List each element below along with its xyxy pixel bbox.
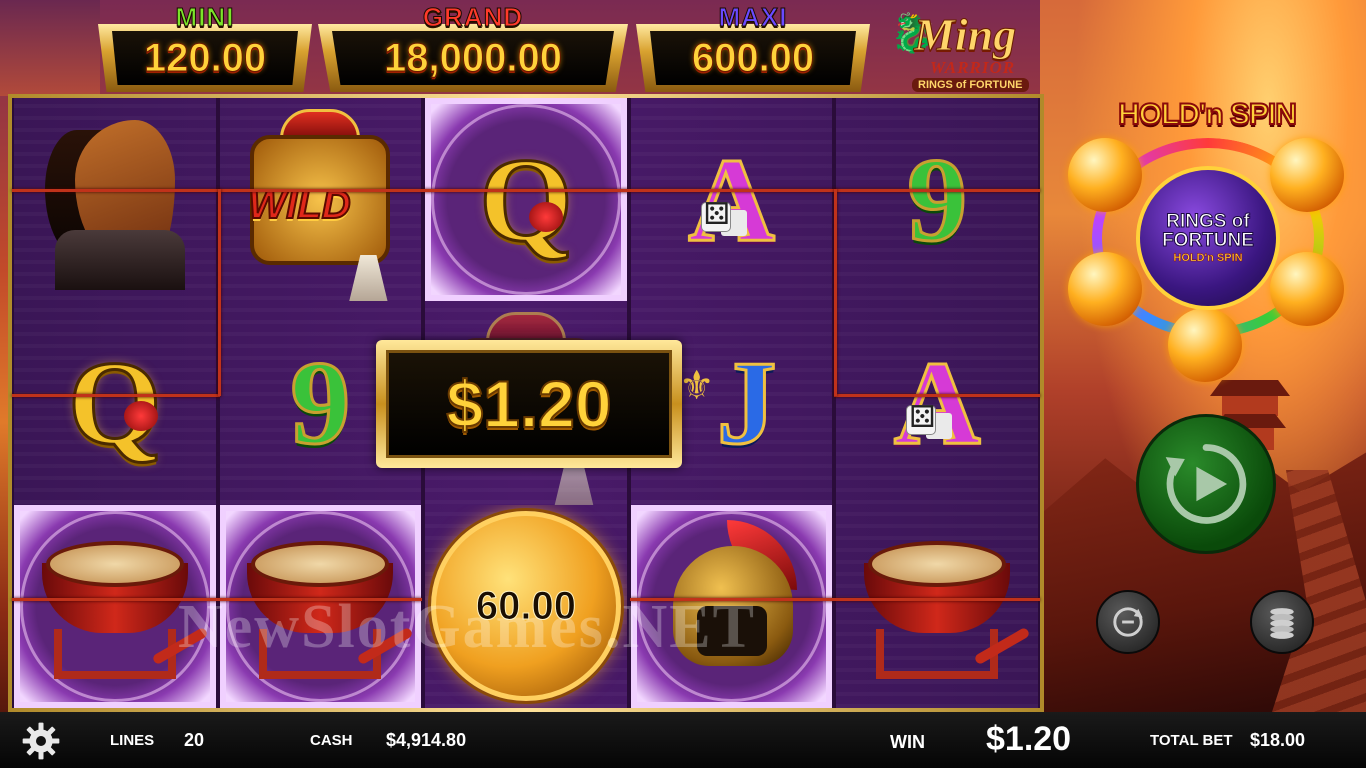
symbol-ace: A <box>834 301 1040 505</box>
watermark: NewSlotGames.NET <box>178 593 756 661</box>
orb-icon <box>1068 252 1142 326</box>
emblem-line2: FORTUNE <box>1162 230 1255 251</box>
payline <box>834 394 1040 397</box>
ace-icon: A <box>687 132 777 266</box>
logo-tagline: RINGS of FORTUNE <box>912 78 1029 92</box>
game-logo: 🐉 Ming WARRIOR RINGS of FORTUNE <box>884 4 1050 94</box>
win-amount-overlay: $1.20 <box>376 340 682 468</box>
bottom-status-bar: LINES 20 CASH $4,914.80 WIN $1.20 TOTAL … <box>0 712 1366 768</box>
logo-subtitle: WARRIOR <box>930 58 1016 77</box>
symbol-wild: WILD <box>217 98 424 302</box>
jack-icon: J <box>715 335 778 469</box>
hold-n-spin-title: HOLD'n SPIN <box>1117 97 1298 132</box>
win-overlay-amount: $1.20 <box>445 366 612 442</box>
symbol-queen: Q <box>12 301 218 505</box>
jackpot-grand: 18,000.00 GRAND <box>318 2 628 92</box>
payline <box>834 189 837 396</box>
lines-value: 20 <box>184 730 205 750</box>
dice-icon <box>906 400 937 436</box>
cash-label: CASH <box>310 732 353 749</box>
payline <box>12 189 1040 192</box>
rings-of-fortune-emblem: RINGS of FORTUNE HOLD'n SPIN <box>1136 166 1280 310</box>
jackpot-grand-value: 18,000.00 <box>384 35 563 80</box>
total-bet-value: $18.00 <box>1250 730 1306 750</box>
jackpot-maxi: 600.00 MAXI <box>636 2 870 92</box>
emblem-line3: HOLD'n SPIN <box>1173 252 1243 265</box>
orb-icon <box>1270 252 1344 326</box>
symbol-ace: A <box>628 98 835 302</box>
jackpot-maxi-value: 600.00 <box>691 35 815 80</box>
drum-icon <box>30 521 209 691</box>
jackpot-maxi-label: MAXI <box>718 2 788 33</box>
dice-icon <box>700 197 731 232</box>
jackpot-mini: 120.00 MINI <box>98 2 312 92</box>
orb-icon <box>1068 138 1142 212</box>
spin-button[interactable] <box>1136 414 1276 554</box>
rings-of-fortune-ring: RINGS of FORTUNE HOLD'n SPIN <box>1068 134 1344 382</box>
horse-icon <box>35 110 195 290</box>
symbol-queen-framed: Q <box>423 98 629 302</box>
win-value: $1.20 <box>986 720 1072 758</box>
nine-icon: 9 <box>289 335 352 469</box>
win-label: WIN <box>890 732 925 752</box>
fleur-de-lis-icon: ⚜ <box>678 364 715 409</box>
jackpot-mini-label: MINI <box>175 2 235 33</box>
orb-icon <box>1270 138 1344 212</box>
total-bet-label: TOTAL BET <box>1150 732 1233 749</box>
queen-icon: Q <box>478 132 574 266</box>
coin-stack-icon <box>1270 608 1294 639</box>
symbol-horse <box>12 98 218 302</box>
jackpot-grand-label: GRAND <box>422 2 524 33</box>
payline <box>218 189 221 396</box>
symbol-nine: 9 <box>834 98 1040 302</box>
emblem-line1: RINGS of <box>1166 211 1250 232</box>
rose-icon <box>529 202 564 232</box>
jackpot-mini-value: 120.00 <box>143 35 267 80</box>
ace-icon: A <box>892 335 982 469</box>
logo-title: Ming <box>913 9 1017 61</box>
lines-label: LINES <box>110 732 155 749</box>
nine-icon: 9 <box>906 132 969 266</box>
settings-button[interactable] <box>18 718 64 764</box>
cash-value: $4,914.80 <box>386 730 467 750</box>
orb-icon <box>1168 308 1242 382</box>
stake-button[interactable] <box>1250 590 1314 654</box>
spin-icon <box>1165 444 1247 524</box>
wild-icon: WILD <box>230 105 410 302</box>
payline <box>12 394 220 397</box>
background-sky-left <box>0 0 100 96</box>
gear-icon <box>22 722 60 760</box>
